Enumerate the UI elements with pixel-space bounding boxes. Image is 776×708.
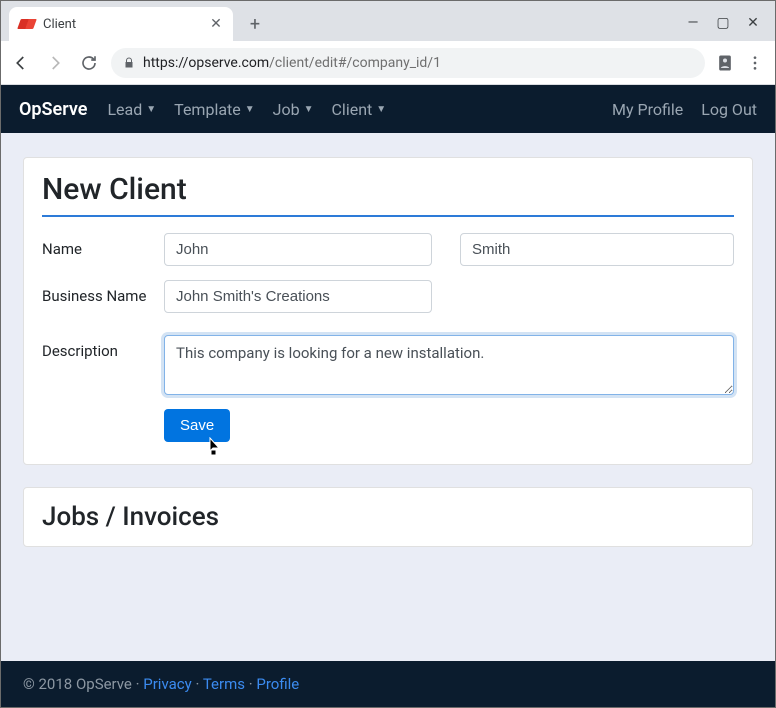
nav-logout[interactable]: Log Out <box>701 100 757 119</box>
nav-lead[interactable]: Lead▼ <box>107 100 156 119</box>
nav-my-profile[interactable]: My Profile <box>612 100 683 119</box>
brand[interactable]: OpServe <box>19 99 87 120</box>
save-button[interactable]: Save <box>164 409 230 442</box>
business-name-label: Business Name <box>42 280 164 313</box>
close-window-icon[interactable]: ✕ <box>745 15 761 31</box>
minimize-icon[interactable]: — <box>685 15 701 31</box>
chevron-down-icon: ▼ <box>304 104 314 115</box>
chevron-down-icon: ▼ <box>245 104 255 115</box>
footer-privacy-link[interactable]: Privacy <box>143 675 191 693</box>
new-client-card: New Client Name Business Name Descriptio… <box>23 157 753 465</box>
jobs-invoices-card: Jobs / Invoices <box>23 487 753 547</box>
chevron-down-icon: ▼ <box>146 104 156 115</box>
name-label: Name <box>42 233 164 266</box>
back-icon[interactable] <box>9 51 33 75</box>
nav-job[interactable]: Job▼ <box>273 100 314 119</box>
page: OpServe Lead▼ Template▼ Job▼ Client▼ My … <box>1 85 775 707</box>
footer-copyright: © 2018 OpServe <box>23 675 132 693</box>
browser-tab[interactable]: Client ✕ <box>9 7 233 41</box>
url-text: https://opserve.com/client/edit#/company… <box>143 55 441 71</box>
last-name-input[interactable] <box>460 233 734 266</box>
reload-icon[interactable] <box>77 51 101 75</box>
nav-client[interactable]: Client▼ <box>332 100 387 119</box>
tab-title: Client <box>43 17 209 32</box>
content-area: New Client Name Business Name Descriptio… <box>1 133 775 661</box>
favicon-icon <box>17 19 37 29</box>
browser-tabstrip: Client ✕ + — ▢ ✕ <box>1 1 775 41</box>
window-controls: — ▢ ✕ <box>685 15 775 41</box>
new-tab-button[interactable]: + <box>241 10 269 38</box>
account-icon[interactable] <box>715 53 735 73</box>
description-label: Description <box>42 335 164 395</box>
maximize-icon[interactable]: ▢ <box>715 15 731 31</box>
forward-icon[interactable] <box>43 51 67 75</box>
first-name-input[interactable] <box>164 233 432 266</box>
footer-terms-link[interactable]: Terms <box>203 675 245 693</box>
chevron-down-icon: ▼ <box>376 104 386 115</box>
business-name-input[interactable] <box>164 280 432 313</box>
jobs-invoices-heading: Jobs / Invoices <box>42 502 734 532</box>
address-bar[interactable]: https://opserve.com/client/edit#/company… <box>111 48 705 78</box>
lock-icon <box>123 56 135 70</box>
nav-template[interactable]: Template▼ <box>174 100 255 119</box>
description-input[interactable] <box>164 335 734 395</box>
menu-icon[interactable] <box>747 55 763 71</box>
footer-profile-link[interactable]: Profile <box>256 675 299 693</box>
nav-links: Lead▼ Template▼ Job▼ Client▼ <box>107 100 386 119</box>
app-navbar: OpServe Lead▼ Template▼ Job▼ Client▼ My … <box>1 85 775 133</box>
footer: © 2018 OpServe · Privacy · Terms · Profi… <box>1 661 775 707</box>
tab-close-icon[interactable]: ✕ <box>209 17 223 31</box>
page-title: New Client <box>42 172 734 217</box>
browser-toolbar: https://opserve.com/client/edit#/company… <box>1 41 775 85</box>
